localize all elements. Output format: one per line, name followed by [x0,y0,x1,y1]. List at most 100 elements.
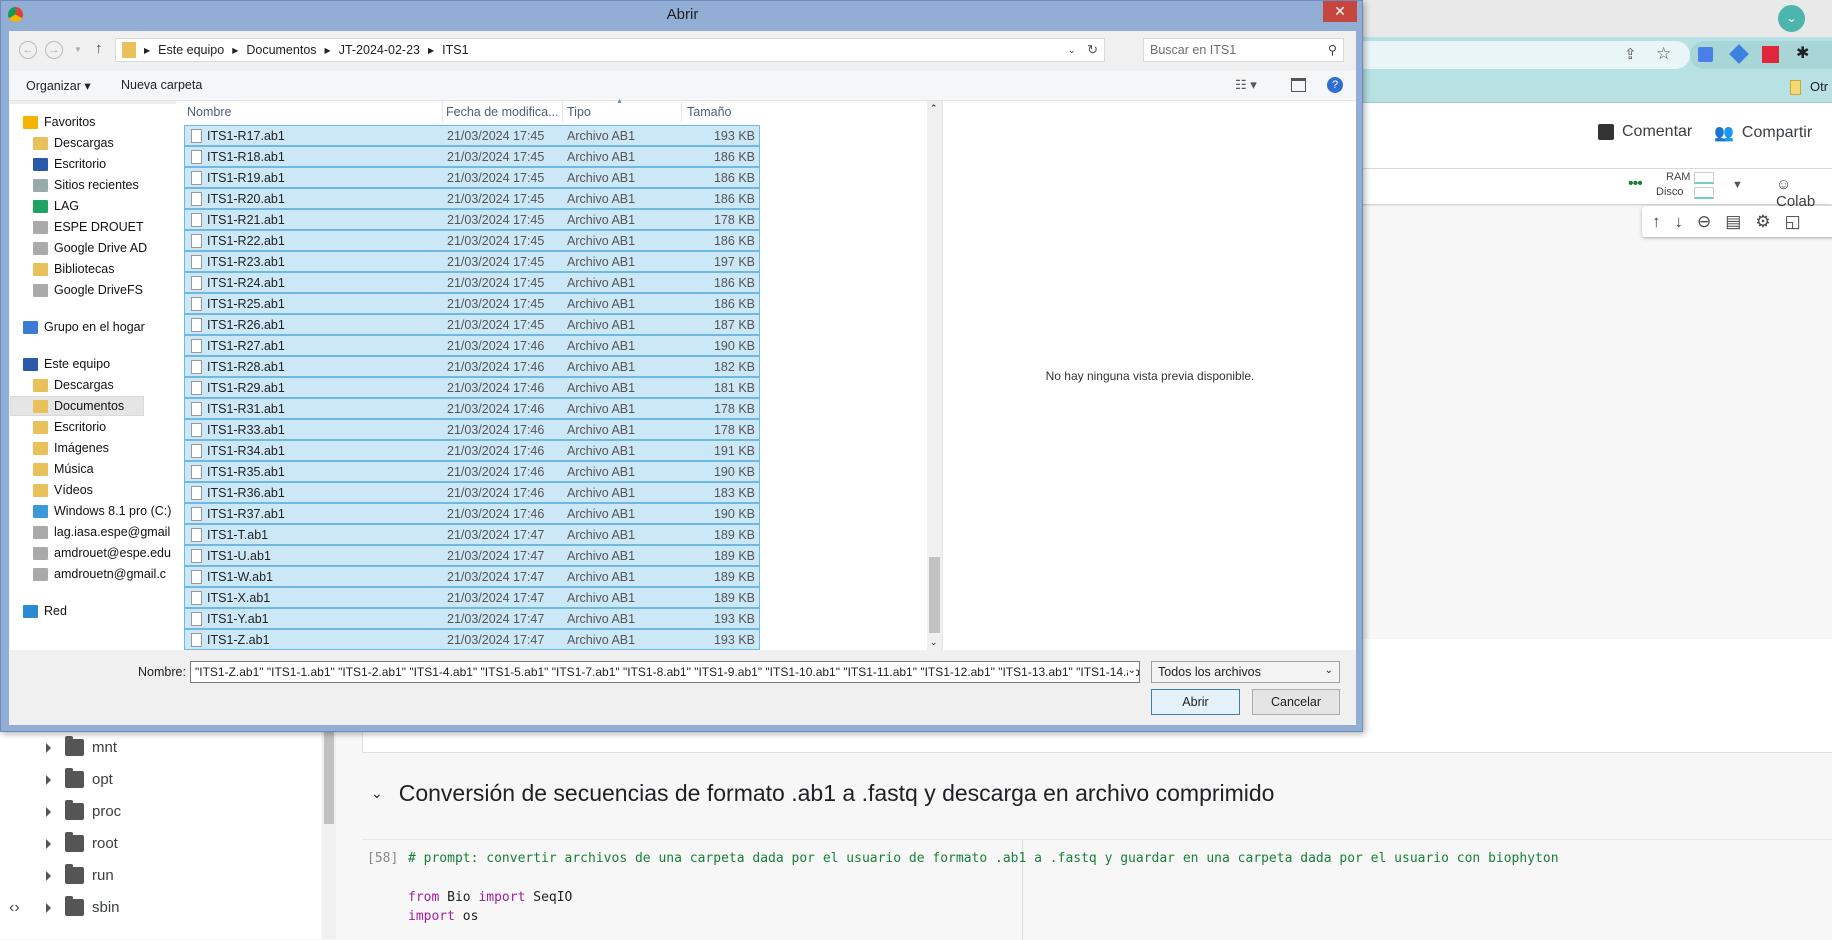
nav-item[interactable]: Descargas [33,375,114,395]
filename-dropdown-icon[interactable]: ⌄ [1127,665,1136,676]
nav-item[interactable]: Bibliotecas [33,259,114,279]
column-header-date[interactable]: Fecha de modifica... [446,105,559,119]
file-row[interactable]: ITS1-U.ab1 21/03/2024 17:47 Archivo AB1 189… [184,545,760,566]
other-bookmarks[interactable]: Otr [1810,79,1828,94]
nav-item[interactable]: lag.iasa.espe@gmail [33,522,170,542]
nav-item[interactable]: Escritorio [33,154,106,174]
file-tree-scroll-thumb[interactable] [324,732,334,824]
up-button[interactable]: ↑ [95,40,103,57]
file-row[interactable]: ITS1-R25.ab1 21/03/2024 17:45 Archivo AB1 1… [184,293,760,314]
nav-item[interactable]: LAG [33,196,79,216]
move-down-icon[interactable]: ↓ [1675,212,1684,232]
tree-folder[interactable]: mnt [46,736,117,756]
file-row[interactable]: ITS1-R33.ab1 21/03/2024 17:46 Archivo AB1 1… [184,419,760,440]
view-options-icon[interactable]: ☷ ▾ [1235,77,1257,93]
tree-folder[interactable]: run [46,864,114,884]
gear-icon[interactable]: ⚙ [1755,212,1770,232]
tree-folder[interactable]: root [46,832,118,852]
extension-icon[interactable] [1729,44,1749,64]
link-icon[interactable]: ⊖ [1697,212,1711,232]
file-list-scroll-thumb[interactable] [929,557,940,633]
file-row[interactable]: ITS1-X.ab1 21/03/2024 17:47 Archivo AB1 189… [184,587,760,608]
share-button[interactable]: 👥 Compartir [1714,123,1812,143]
tree-folder[interactable]: sbin [46,896,120,916]
expand-arrow-icon[interactable] [46,902,51,913]
column-divider[interactable] [442,101,443,122]
nav-item[interactable]: Windows 8.1 pro (C:) [33,501,171,521]
search-input[interactable]: Buscar en ITS1 ⚲ [1143,38,1344,62]
file-row[interactable]: ITS1-R37.ab1 21/03/2024 17:46 Archivo AB1 1… [184,503,760,524]
file-row[interactable]: ITS1-R22.ab1 21/03/2024 17:45 Archivo AB1 1… [184,230,760,251]
new-folder-button[interactable]: Nueva carpeta [121,78,202,92]
address-dropdown-icon[interactable]: ⌄ [1068,45,1076,56]
nav-item[interactable]: Favoritos [23,112,95,132]
puzzle-extensions-icon[interactable]: ✱ [1796,43,1809,63]
forward-button[interactable]: → [45,41,63,59]
column-divider[interactable] [681,101,682,122]
collapse-chevron-icon[interactable]: ⌄ [371,785,383,802]
back-button[interactable]: ← [19,41,37,59]
file-row[interactable]: ITS1-Y.ab1 21/03/2024 17:47 Archivo AB1 193… [184,608,760,629]
expand-arrow-icon[interactable] [46,806,51,817]
file-row[interactable]: ITS1-R23.ab1 21/03/2024 17:45 Archivo AB1 1… [184,251,760,272]
file-row[interactable]: ITS1-R34.ab1 21/03/2024 17:46 Archivo AB1 1… [184,440,760,461]
scroll-up-icon[interactable]: ⌃ [930,103,938,114]
file-row[interactable]: ITS1-R31.ab1 21/03/2024 17:46 Archivo AB1 1… [184,398,760,419]
nav-item[interactable]: Imágenes [33,438,109,458]
file-row[interactable]: ITS1-R24.ab1 21/03/2024 17:45 Archivo AB1 1… [184,272,760,293]
mendeley-extension-icon[interactable] [1762,46,1779,63]
open-button[interactable]: Abrir [1151,689,1240,715]
comment-button[interactable]: Comentar [1598,123,1692,141]
tree-folder[interactable]: proc [46,800,121,820]
expand-arrow-icon[interactable] [46,774,51,785]
cancel-button[interactable]: Cancelar [1252,689,1340,715]
column-divider[interactable] [562,101,563,122]
file-type-select[interactable]: Todos los archivos ⌄ [1151,661,1340,683]
file-row[interactable]: ITS1-R35.ab1 21/03/2024 17:46 Archivo AB1 1… [184,461,760,482]
file-row[interactable]: ITS1-R28.ab1 21/03/2024 17:46 Archivo AB1 1… [184,356,760,377]
share-icon[interactable]: ⇪ [1624,45,1637,63]
recent-dropdown-icon[interactable]: ▼ [74,45,82,54]
nav-item[interactable]: Google Drive AD [33,238,147,258]
mirror-cell-icon[interactable]: ◱ [1785,212,1801,232]
file-row[interactable]: ITS1-R26.ab1 21/03/2024 17:45 Archivo AB1 1… [184,314,760,335]
help-icon[interactable]: ? [1327,77,1343,93]
file-row[interactable]: ITS1-R36.ab1 21/03/2024 17:46 Archivo AB1 1… [184,482,760,503]
tree-folder[interactable]: opt [46,768,113,788]
file-row[interactable]: ITS1-R17.ab1 21/03/2024 17:45 Archivo AB1 1… [184,125,760,146]
nav-item[interactable]: amdrouetn@gmail.c [33,564,166,584]
file-row[interactable]: ITS1-T.ab1 21/03/2024 17:47 Archivo AB1 189… [184,524,760,545]
breadcrumb-item[interactable]: ITS1 [442,43,468,57]
nav-item[interactable]: Sitios recientes [33,175,139,195]
column-header-size[interactable]: Tamaño [687,105,731,119]
translate-extension-icon[interactable] [1698,47,1713,62]
nav-item[interactable]: ESPE DROUET [33,217,144,237]
file-row[interactable]: ITS1-W.ab1 21/03/2024 17:47 Archivo AB1 189… [184,566,760,587]
nav-item[interactable]: Vídeos [33,480,93,500]
expand-arrow-icon[interactable] [46,838,51,849]
code-snippets-icon[interactable]: ‹› [9,899,20,917]
nav-item[interactable]: Descargas [33,133,114,153]
file-row[interactable]: ITS1-R18.ab1 21/03/2024 17:45 Archivo AB1 1… [184,146,760,167]
file-row[interactable]: ITS1-R20.ab1 21/03/2024 17:45 Archivo AB1 1… [184,188,760,209]
nav-item[interactable]: Grupo en el hogar [23,317,145,337]
tab-search-button[interactable]: ⌄ [1778,5,1805,32]
code-cell[interactable]: [58] # prompt: convertir archivos de una… [362,839,1832,940]
refresh-icon[interactable]: ↻ [1087,42,1098,58]
nav-item[interactable]: Documentos [10,396,144,416]
expand-arrow-icon[interactable] [46,742,51,753]
address-breadcrumb[interactable]: ▶ Este equipo ▶ Documentos ▶ JT-2024-02-23 … [115,38,1105,62]
nav-item[interactable]: Escritorio [33,417,106,437]
column-header-type[interactable]: Tipo [567,105,591,119]
breadcrumb-item[interactable]: Documentos [246,43,316,57]
column-header-name[interactable]: Nombre [187,105,231,119]
colab-ai-button[interactable]: ☺ Colab [1776,176,1832,210]
move-up-icon[interactable]: ↑ [1652,212,1661,232]
nav-item[interactable]: amdrouet@espe.edu [33,543,171,563]
file-row[interactable]: ITS1-R21.ab1 21/03/2024 17:45 Archivo AB1 1… [184,209,760,230]
nav-item[interactable]: Música [33,459,94,479]
file-row[interactable]: ITS1-R19.ab1 21/03/2024 17:45 Archivo AB1 1… [184,167,760,188]
file-row[interactable]: ITS1-R29.ab1 21/03/2024 17:46 Archivo AB1 1… [184,377,760,398]
comment-icon[interactable]: ▤ [1725,212,1741,232]
scroll-down-icon[interactable]: ⌄ [930,637,938,648]
